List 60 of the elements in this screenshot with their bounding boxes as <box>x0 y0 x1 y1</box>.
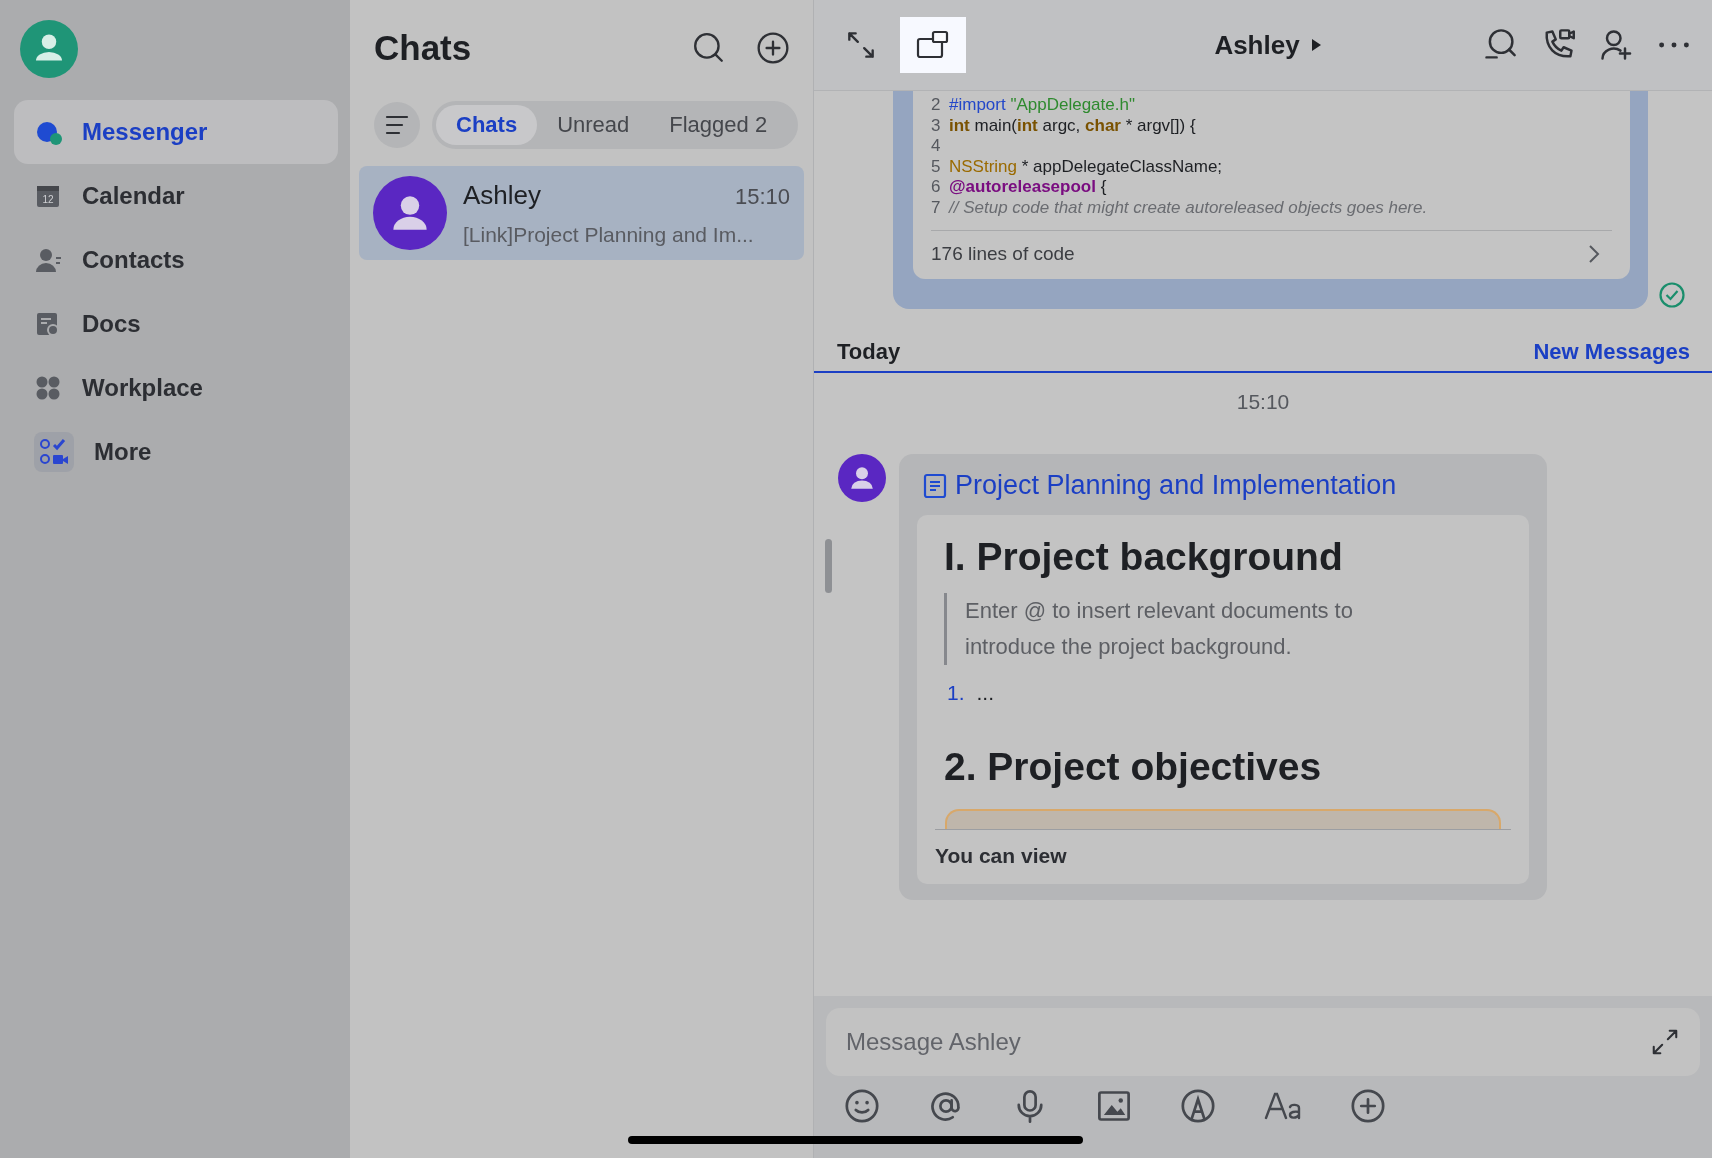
code-line: // Setup code that might create autoreleased objects goes here. <box>949 197 1428 218</box>
chat-title[interactable]: Ashley <box>1214 29 1322 61</box>
filter-tab[interactable]: Unread <box>537 105 650 145</box>
image-icon[interactable] <box>1096 1088 1132 1124</box>
sidebar-item[interactable]: 12 Calendar <box>14 164 338 228</box>
filter-tab[interactable]: Flagged 2 <box>649 105 788 145</box>
document-icon <box>923 472 947 499</box>
chevron-right-icon <box>1588 244 1600 264</box>
new-messages-link[interactable]: New Messages <box>1533 339 1690 365</box>
code-line: @autoreleasepool { <box>949 177 1107 198</box>
search-icon[interactable] <box>692 31 726 65</box>
code-line: int main(int argc, char * argv[]) { <box>949 115 1196 136</box>
sidebar-item[interactable]: More <box>14 420 338 484</box>
sidebar-item[interactable]: Workplace <box>14 356 338 420</box>
scrollbar[interactable] <box>825 539 832 593</box>
emoji-icon[interactable] <box>844 1088 880 1124</box>
filter-button[interactable] <box>374 102 420 148</box>
date-label: Today <box>837 339 901 365</box>
document-heading: I. Project background <box>943 535 1344 579</box>
panel-title: Chats <box>374 28 473 68</box>
filter-tab[interactable]: Chats <box>436 105 538 145</box>
grid-icon <box>34 374 62 402</box>
list-number: 1. <box>947 681 965 705</box>
add-person-icon[interactable] <box>1598 27 1634 63</box>
line-number: 3 <box>931 115 942 136</box>
code-snippet-card[interactable] <box>913 91 1630 279</box>
line-number: 7 <box>931 197 942 218</box>
document-heading: 2. Project objectives <box>943 745 1323 789</box>
line-number: 6 <box>931 177 942 198</box>
line-number: 4 <box>931 136 942 157</box>
add-icon[interactable] <box>756 31 790 65</box>
sidebar-item[interactable]: Messenger <box>14 100 338 164</box>
floating-window-button[interactable] <box>900 17 966 73</box>
code-line: NSString * appDelegateClassName; <box>949 156 1223 177</box>
message-field[interactable]: Message Ashley <box>826 1008 1700 1076</box>
expand-icon[interactable] <box>1650 1027 1680 1057</box>
message-preview: [Link]Project Planning and Im... <box>463 222 755 247</box>
contact-name: Ashley <box>463 179 542 211</box>
sidebar-item[interactable]: Docs <box>14 292 338 356</box>
code-line: #import "AppDelegate.h" <box>949 95 1135 116</box>
line-number: 5 <box>931 156 942 177</box>
line-count: 176 lines of code <box>931 243 1075 265</box>
permission-label: You can view <box>935 829 1511 868</box>
contacts-icon <box>34 246 62 274</box>
apps-icon <box>34 432 74 472</box>
caret-icon <box>1309 37 1322 53</box>
sidebar-item[interactable]: Contacts <box>14 228 338 292</box>
document-link[interactable]: Project Planning and Implementation <box>917 470 1529 515</box>
avatar <box>838 454 886 502</box>
line-number: 2 <box>931 95 942 116</box>
message-time: 15:10 <box>734 183 790 210</box>
windows-icon <box>916 30 950 60</box>
pen-icon[interactable] <box>1180 1088 1216 1124</box>
avatar[interactable] <box>20 20 78 78</box>
add-icon[interactable] <box>1350 1088 1386 1124</box>
list-text: ... <box>976 681 995 705</box>
timestamp: 15:10 <box>1235 390 1291 414</box>
chat-row[interactable]: Ashley 15:10 [Link]Project Planning and Im... <box>359 166 804 260</box>
quote-text: Enter @ to insert relevant documents to introduce the project background. <box>944 593 1385 665</box>
document-preview[interactable]: I. Project background Enter @ to insert relevant documents to introduce the project background. 1. ... 2. Project objectives You can view <box>917 515 1529 884</box>
